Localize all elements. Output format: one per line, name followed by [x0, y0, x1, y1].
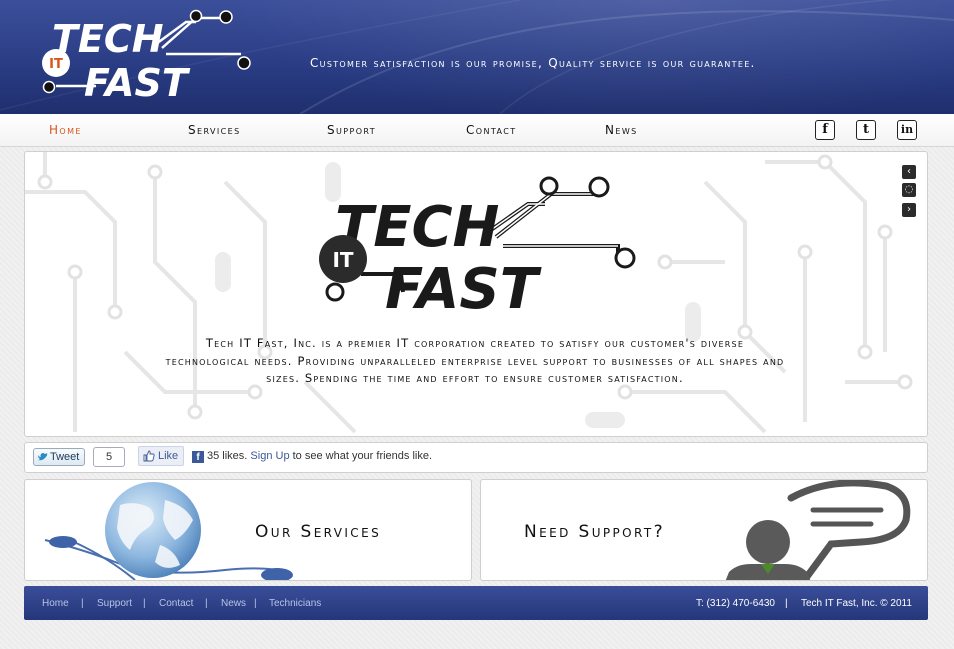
site-header: TECH FAST IT Customer satisfaction is ou… [0, 0, 954, 114]
tweet-count: 5 [93, 447, 125, 467]
hero-logo-badge-it: IT [332, 248, 353, 272]
footer-link-news[interactable]: News [221, 598, 246, 609]
share-bar: Tweet 5 Like f 35 likes. Sign Up to see … [24, 442, 928, 473]
thumbs-up-icon [143, 450, 155, 462]
likes-summary: 35 likes. Sign Up to see what your frien… [207, 450, 432, 462]
tweet-button[interactable]: Tweet [33, 448, 85, 466]
nav-home[interactable]: Home [49, 123, 82, 137]
main-nav: Home Services Support Contact News [0, 114, 954, 147]
logo-text-fast: FAST [84, 61, 191, 105]
our-services-title: Our Services [255, 522, 382, 542]
footer-phone: T: (312) 470-6430 [696, 598, 775, 609]
footer-link-home[interactable]: Home [42, 598, 69, 609]
footer-link-contact[interactable]: Contact [159, 598, 193, 609]
hero-logo: TECH FAST IT [319, 176, 636, 314]
slider-pause-button[interactable]: ◌ [902, 183, 916, 197]
logo-text-tech: TECH [52, 17, 164, 61]
signup-link[interactable]: Sign Up [250, 450, 289, 462]
footer-separator: | [254, 598, 257, 609]
need-support-panel[interactable]: Need Support? [480, 479, 928, 581]
facebook-like-button[interactable]: Like [138, 446, 184, 466]
site-footer: Home | Support | Contact | News | Techni… [24, 586, 928, 620]
our-services-panel[interactable]: Our Services [24, 479, 472, 581]
logo-badge-it: IT [49, 57, 63, 72]
need-support-title: Need Support? [524, 522, 666, 542]
footer-separator: | [785, 598, 788, 609]
footer-separator: | [143, 598, 146, 609]
site-logo[interactable]: TECH FAST IT [36, 6, 256, 106]
twitter-icon[interactable]: t [856, 120, 876, 140]
nav-news[interactable]: News [605, 123, 638, 137]
signup-suffix-text: to see what your friends like. [292, 450, 433, 462]
hero-slider: TECH FAST IT Tech IT Fast, Inc. is a pre… [24, 151, 928, 437]
slider-next-button[interactable]: › [902, 203, 916, 217]
hero-logo-text-fast: FAST [385, 257, 542, 314]
slider-prev-button[interactable]: ‹ [902, 165, 916, 179]
header-tagline: Customer satisfaction is our promise, Qu… [310, 56, 756, 70]
like-label: Like [158, 450, 179, 462]
facebook-small-icon: f [192, 451, 204, 463]
tweet-label: Tweet [50, 451, 80, 463]
company-intro-text: Tech IT Fast, Inc. is a premier IT corpo… [165, 336, 785, 385]
nav-support[interactable]: Support [327, 123, 376, 137]
twitter-bird-icon [38, 453, 48, 461]
linkedin-icon[interactable]: in [897, 120, 917, 140]
header-swoosh-decoration [0, 0, 954, 114]
support-person-chat-icon [725, 480, 911, 580]
nav-services[interactable]: Services [188, 123, 241, 137]
footer-copyright: Tech IT Fast, Inc. © 2011 [801, 598, 912, 609]
footer-link-support[interactable]: Support [97, 598, 132, 609]
nav-contact[interactable]: Contact [466, 123, 517, 137]
footer-link-technicians[interactable]: Technicians [269, 598, 321, 609]
likes-count-text: 35 likes. [207, 450, 248, 462]
facebook-icon[interactable]: f [815, 120, 835, 140]
footer-separator: | [81, 598, 84, 609]
footer-separator: | [205, 598, 208, 609]
